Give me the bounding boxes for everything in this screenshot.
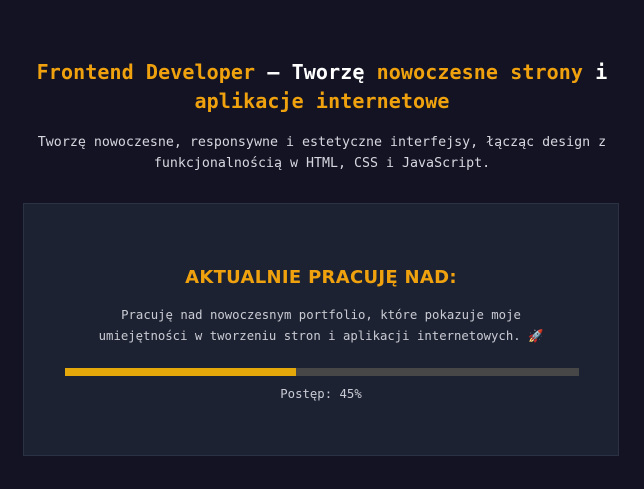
hero-heading: Frontend Developer – Tworzę nowoczesne s… xyxy=(0,58,644,116)
current-work-card: AKTUALNIE PRACUJĘ NAD: Pracuję nad nowoc… xyxy=(23,203,619,456)
current-work-description: Pracuję nad nowoczesnym portfolio, które… xyxy=(24,305,618,347)
intro-text: Tworzę nowoczesne, responsywne i estetyc… xyxy=(0,132,644,174)
title-highlight: nowoczesne strony xyxy=(364,60,584,84)
progress-bar xyxy=(65,368,579,376)
current-work-title: AKTUALNIE PRACUJĘ NAD: xyxy=(185,267,457,288)
progress-bar-fill xyxy=(65,368,297,376)
page-title: Frontend Developer – Tworzę nowoczesne s… xyxy=(0,58,644,116)
intro-line-2: funkcjonalnością w HTML, CSS i JavaScrip… xyxy=(153,156,491,171)
description-line-1: Pracuję nad nowoczesnym portfolio, które… xyxy=(121,308,521,322)
title-separator: – xyxy=(255,60,292,84)
title-line-two: aplikacje internetowe xyxy=(194,89,450,113)
progress-label: Postęp: 45% xyxy=(280,387,362,401)
description-line-2: umiejętności w tworzeniu stron i aplikac… xyxy=(98,329,544,343)
title-conjunction: i xyxy=(583,60,608,84)
title-role: Frontend Developer xyxy=(36,60,256,84)
intro-line-1: Tworzę nowoczesne, responsywne i estetyc… xyxy=(37,135,607,150)
title-verb: Tworzę xyxy=(291,60,365,84)
